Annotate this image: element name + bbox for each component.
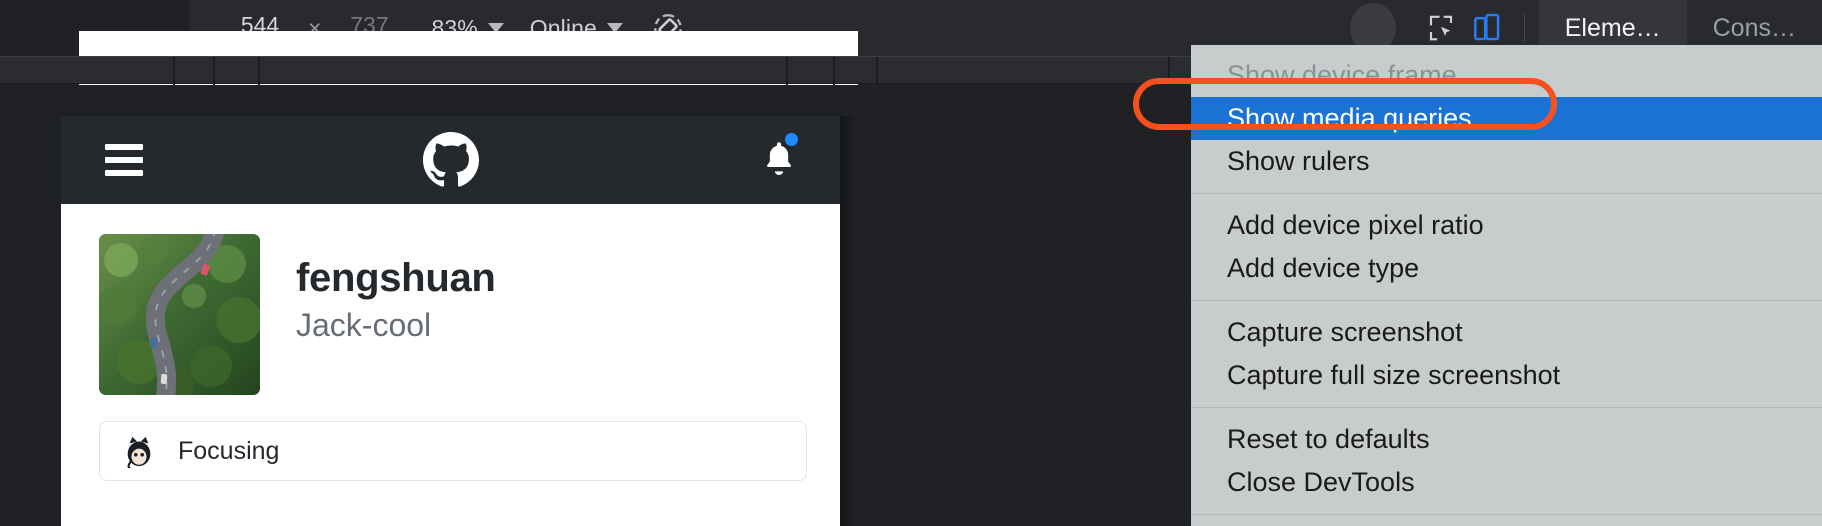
devtools-screenshot: Responsive 544 × 737 83% Online: [0, 0, 1822, 526]
profile-row: fengshuan Jack-cool: [99, 234, 802, 395]
github-profile-body: fengshuan Jack-cool Focusing: [61, 204, 840, 481]
menu-item-capture-screenshot[interactable]: Capture screenshot: [1191, 311, 1822, 354]
profile-status-card[interactable]: Focusing: [99, 421, 807, 481]
notifications-bell-icon[interactable]: [762, 130, 800, 180]
menu-separator: [1191, 300, 1822, 301]
hamburger-menu-icon[interactable]: [105, 137, 143, 183]
media-query-tick[interactable]: [258, 57, 260, 85]
profile-display-name: fengshuan: [296, 256, 496, 300]
menu-separator: [1191, 193, 1822, 194]
media-query-tick[interactable]: [213, 57, 215, 85]
viewport-shadow: [840, 116, 856, 526]
media-query-tick[interactable]: [876, 57, 878, 85]
media-query-tick[interactable]: [786, 57, 788, 85]
menu-item-close-devtools[interactable]: Close DevTools: [1191, 461, 1822, 504]
unread-notification-dot: [783, 130, 800, 148]
menu-separator: [1191, 407, 1822, 408]
media-query-tick[interactable]: [1168, 57, 1170, 85]
profile-identity: fengshuan Jack-cool: [296, 234, 496, 344]
menu-item-add-device-type[interactable]: Add device type: [1191, 247, 1822, 290]
menu-item-add-device-pixel-ratio[interactable]: Add device pixel ratio: [1191, 204, 1822, 247]
profile-avatar-image[interactable]: [99, 234, 260, 395]
toolbar-divider: [1523, 13, 1525, 43]
menu-item-show-media-queries[interactable]: Show media queries: [1191, 97, 1822, 140]
menu-item-capture-full-size-screenshot[interactable]: Capture full size screenshot: [1191, 354, 1822, 397]
device-toolbar-context-menu[interactable]: Show device frame Show media queries Sho…: [1191, 45, 1822, 526]
octocat-emoji: [122, 434, 156, 470]
media-query-tick[interactable]: [833, 57, 835, 85]
device-viewport[interactable]: fengshuan Jack-cool Focusing: [61, 116, 840, 526]
menu-item-show-device-frame[interactable]: Show device frame: [1191, 54, 1822, 97]
github-octocat-logo[interactable]: [61, 132, 840, 188]
menu-item-reset-to-defaults[interactable]: Reset to defaults: [1191, 418, 1822, 461]
profile-status-text: Focusing: [178, 436, 280, 465]
media-query-tick[interactable]: [173, 57, 175, 85]
menu-item-show-rulers[interactable]: Show rulers: [1191, 140, 1822, 183]
github-site-header: [61, 116, 840, 204]
menu-separator: [1191, 514, 1822, 515]
profile-login-name: Jack-cool: [296, 307, 432, 343]
